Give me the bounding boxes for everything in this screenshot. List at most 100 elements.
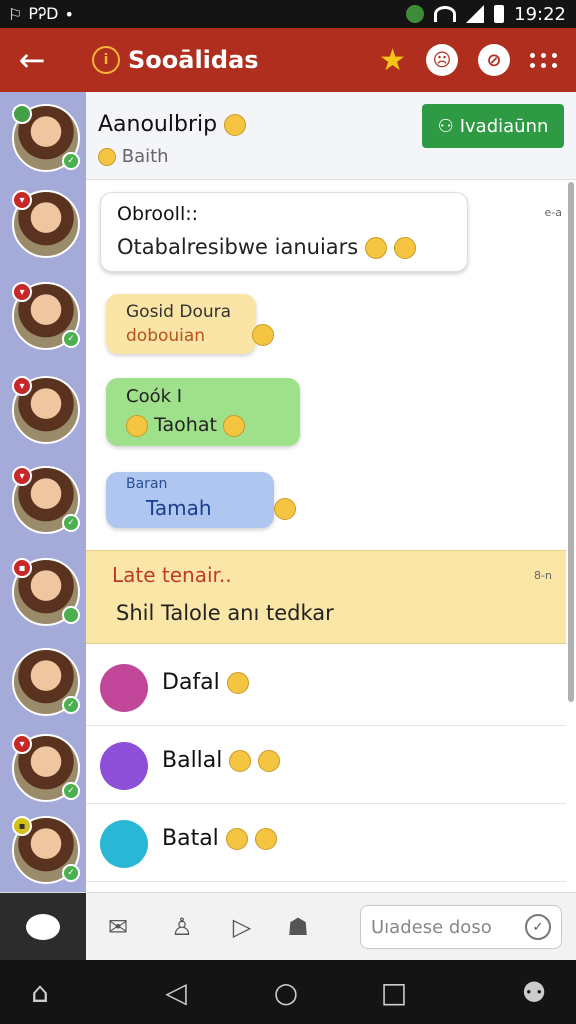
list-item[interactable]: Batal (86, 804, 566, 882)
message-text: Taohat (126, 414, 245, 437)
scrollbar[interactable] (568, 182, 574, 702)
flower-icon (26, 914, 60, 940)
message-sender: Obrooll:: (117, 203, 199, 225)
attachment-icon: ☗ (287, 913, 309, 941)
dot-icon: • (64, 4, 74, 24)
message-input[interactable]: Uıadese doso ✓ (360, 905, 562, 949)
notification-badge: ▾ (12, 734, 32, 754)
contact-avatar[interactable]: ✓ (12, 104, 80, 172)
attach-button[interactable]: ☗ (278, 907, 318, 947)
emoji-icon (98, 148, 116, 166)
notification-badge: ▾ (12, 466, 32, 486)
mail-icon: ✉ (107, 913, 129, 941)
back-button[interactable]: ← (0, 28, 64, 92)
triangle-back-icon: ◁ (165, 975, 187, 1009)
chat-name: Aanoulbrip (98, 112, 247, 137)
emoji-icon (258, 750, 281, 772)
user-icon: ⚉ (521, 975, 547, 1009)
app-title: Sooālidas (128, 46, 259, 74)
app-bar: ← i Sooālidas ★ ☹ ⊘ (0, 28, 576, 92)
contact-avatar[interactable]: ▾ ✓ (12, 466, 80, 534)
status-right: 19:22 (406, 4, 576, 25)
signal-icon (466, 5, 485, 23)
contact-avatar[interactable]: ▾ (12, 190, 80, 258)
contact-avatar[interactable]: ▾ ✓ (12, 282, 80, 350)
notification-icon: ⚐ (8, 4, 23, 24)
message-sender: Gosid Doura (126, 302, 232, 322)
message-bubble[interactable]: Baran Tamah (106, 472, 274, 528)
contact-avatar[interactable]: ▾ ✓ (12, 734, 80, 802)
chat-header: Aanoulbrip Baith ⚇ Ivadiaūnn (86, 92, 576, 180)
system-nav-bar: ⌂ ◁ ○ □ ⚉ (0, 960, 576, 1024)
status-time: 19:22 (514, 3, 566, 25)
battery-icon (494, 5, 505, 23)
profile-button[interactable]: ⚉ (514, 972, 554, 1012)
emoji-icon (222, 414, 245, 437)
notification-badge: ▾ (12, 190, 32, 210)
message-bubble[interactable]: Obrooll:: Otabalresibwe ianuiars (100, 192, 468, 272)
online-badge (12, 104, 32, 124)
play-icon: ▷ (232, 913, 252, 941)
notification-badge: ▾ (12, 376, 32, 396)
check-icon: ✓ (62, 864, 80, 882)
message-text: Tamah (146, 496, 212, 520)
contact-avatar[interactable]: ▾ (12, 376, 80, 444)
status-bar: ⚐ PᎮD • 19:22 (0, 0, 576, 28)
message-bubble[interactable]: Coók I Taohat (106, 378, 300, 446)
status-left: ⚐ PᎮD • (0, 4, 74, 24)
star-icon[interactable]: ★ (379, 43, 406, 78)
message-text: dobouian (126, 326, 206, 346)
highlighted-message[interactable]: Late tenair.. 8-n Shil Talole anı tedkar (86, 550, 566, 644)
message-time: e-a (544, 206, 562, 219)
check-icon: ✓ (62, 152, 80, 170)
list-item-text: Dafal (162, 670, 220, 695)
app-logo-icon: i (92, 46, 120, 74)
check-icon: ✓ (62, 514, 80, 532)
chat-name-text: Aanoulbrip (98, 112, 218, 137)
menu-grid-icon[interactable] (530, 52, 558, 68)
app-icon (100, 664, 148, 712)
home-circle-button[interactable]: ○ (266, 972, 306, 1012)
list-item[interactable]: Ballal (86, 726, 566, 804)
highlight-time: 8-n (534, 569, 552, 582)
mail-button[interactable]: ✉ (98, 907, 138, 947)
sticker-button[interactable] (0, 893, 86, 961)
leaf-icon (406, 5, 425, 23)
back-nav-button[interactable]: ◁ (156, 972, 196, 1012)
face-icon[interactable]: ☹ (426, 44, 458, 76)
chat-subtitle-text: Baith (121, 146, 169, 167)
list-item-label: Batal (162, 826, 277, 851)
header-action-button[interactable]: ⚇ Ivadiaūnn (422, 104, 564, 148)
user-icon: ⚇ (437, 115, 454, 137)
send-check-icon[interactable]: ✓ (525, 914, 551, 940)
tag-icon[interactable]: ⊘ (478, 44, 510, 76)
contact-avatar[interactable]: ▪ (12, 558, 80, 626)
list-item[interactable]: Dafal (86, 648, 566, 726)
header-action-label: Ivadiaūnn (459, 115, 549, 137)
play-button[interactable]: ▷ (222, 907, 262, 947)
emoji-icon (224, 114, 247, 136)
list-item-text: Batal (162, 826, 219, 851)
contact-button[interactable]: ♙ (162, 907, 202, 947)
contact-avatar[interactable]: ▪ ✓ (12, 816, 80, 884)
app-icon (100, 820, 148, 868)
emoji-icon (126, 414, 148, 437)
message-text-content: Taohat (154, 414, 217, 436)
person-icon: ♙ (171, 913, 193, 941)
app-icon (100, 742, 148, 790)
contact-avatar[interactable]: ✓ (12, 648, 80, 716)
contact-sidebar: ✓ ▾ ▾ ✓ ▾ ▾ ✓ ▪ ✓ ▾ ✓ ▪ ✓ (0, 92, 86, 892)
recents-button[interactable]: □ (374, 972, 414, 1012)
notification-badge: ▪ (12, 558, 32, 578)
circle-icon: ○ (273, 975, 299, 1009)
message-bubble[interactable]: Gosid Doura dobouian (106, 294, 256, 354)
highlight-body: Shil Talole anı tedkar (116, 601, 334, 625)
emoji-icon (225, 828, 248, 850)
list-item-label: Ballal (162, 748, 281, 773)
notification-badge: ▪ (12, 816, 32, 836)
notification-badge: ▾ (12, 282, 32, 302)
emoji-icon (274, 498, 296, 520)
list-item-text: Ballal (162, 748, 223, 773)
home-button[interactable]: ⌂ (20, 972, 60, 1012)
message-input-placeholder: Uıadese doso (371, 916, 492, 938)
